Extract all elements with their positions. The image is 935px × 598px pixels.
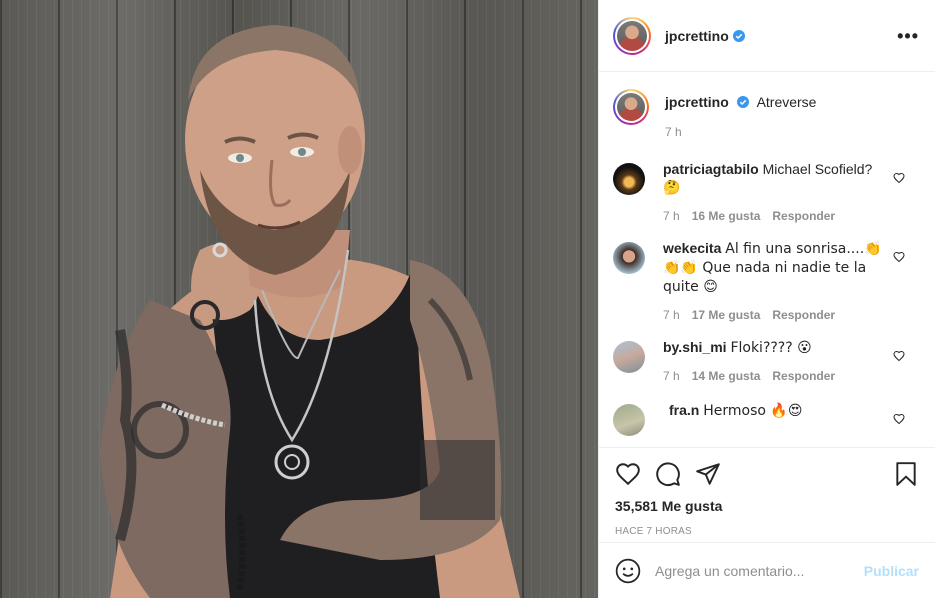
smile-icon[interactable]: [615, 558, 641, 584]
commenter-avatar[interactable]: [613, 341, 645, 373]
comment-heart-icon[interactable]: [893, 350, 905, 362]
post-header: jpcrettino •••: [599, 0, 935, 72]
bookmark-icon[interactable]: [893, 461, 919, 487]
publish-button[interactable]: Publicar: [864, 563, 919, 579]
heart-icon[interactable]: [615, 461, 641, 487]
comment-icon[interactable]: [655, 461, 681, 487]
caption: jpcrettino Atreverse 7 h: [613, 89, 919, 141]
instagram-post: jpcrettino ••• jpcrettino Atreverse 7 h: [0, 0, 935, 598]
comment-heart-icon[interactable]: [893, 251, 905, 263]
comment-username[interactable]: by.shi_mi: [663, 339, 727, 355]
caption-text: Atreverse: [756, 94, 817, 110]
caption-avatar[interactable]: [613, 89, 649, 125]
comment-likes[interactable]: 17 Me gusta: [692, 306, 761, 324]
comment-text: Hermoso 🔥😍: [703, 403, 803, 419]
comment-likes[interactable]: 16 Me gusta: [692, 207, 761, 225]
verified-badge-icon: [732, 29, 745, 42]
comment-heart-icon[interactable]: [893, 172, 905, 184]
comment-text-line2: 🤔: [663, 180, 681, 196]
comment-username[interactable]: patriciagtabilo: [663, 161, 759, 177]
comment-item: wekecita Al fin una sonrisa....👏 👏👏 Que …: [613, 239, 919, 324]
comment-text: Floki???? 😮: [730, 340, 812, 356]
comment-item: fra.n Hermoso 🔥😍: [613, 401, 919, 436]
comment-item: by.shi_mi Floki???? 😮 7 h 14 Me gusta Re…: [613, 338, 919, 385]
more-options-icon[interactable]: •••: [897, 27, 919, 45]
author-username[interactable]: jpcrettino: [665, 28, 729, 44]
comment-text: Michael Scofield?: [762, 161, 873, 177]
avatar[interactable]: [617, 20, 647, 51]
post-side-panel: jpcrettino ••• jpcrettino Atreverse 7 h: [598, 0, 935, 598]
commenter-avatar[interactable]: [613, 404, 645, 436]
comment-username[interactable]: fra.n: [669, 402, 699, 418]
comment-text-line3: quite 😊: [663, 279, 718, 295]
comment-time: 7 h: [663, 209, 680, 223]
caption-time: 7 h: [665, 125, 682, 139]
commenter-avatar[interactable]: [613, 163, 645, 195]
commenter-avatar[interactable]: [613, 242, 645, 274]
likes-count[interactable]: 35,581 Me gusta: [615, 498, 919, 514]
comment-likes[interactable]: 14 Me gusta: [692, 367, 761, 385]
comment-time: 7 h: [663, 308, 680, 322]
comment-time: 7 h: [663, 369, 680, 383]
caption-username[interactable]: jpcrettino: [665, 94, 729, 110]
reply-button[interactable]: Responder: [772, 367, 835, 385]
comment-heart-icon[interactable]: [893, 413, 905, 425]
reply-button[interactable]: Responder: [772, 306, 835, 324]
reply-button[interactable]: Responder: [772, 207, 835, 225]
comment-username[interactable]: wekecita: [663, 240, 721, 256]
post-photo[interactable]: [0, 0, 598, 598]
portrait-illustration: [100, 25, 520, 598]
comment-text-line2: 👏👏 Que nada ni nadie te la: [663, 260, 867, 276]
verified-badge-icon: [736, 96, 749, 108]
comments-list[interactable]: jpcrettino Atreverse 7 h patriciagtabilo…: [599, 73, 935, 447]
add-comment-bar: Publicar: [599, 542, 935, 598]
comment-input[interactable]: [655, 562, 864, 579]
post-actions: 35,581 Me gusta HACE 7 HORAS: [599, 447, 935, 537]
comment-text: Al fin una sonrisa....👏: [725, 241, 882, 257]
share-icon[interactable]: [695, 461, 721, 487]
comment-item: patriciagtabilo Michael Scofield? 🤔 7 h …: [613, 160, 919, 225]
post-timestamp[interactable]: HACE 7 HORAS: [615, 526, 919, 537]
story-ring[interactable]: [613, 16, 651, 55]
